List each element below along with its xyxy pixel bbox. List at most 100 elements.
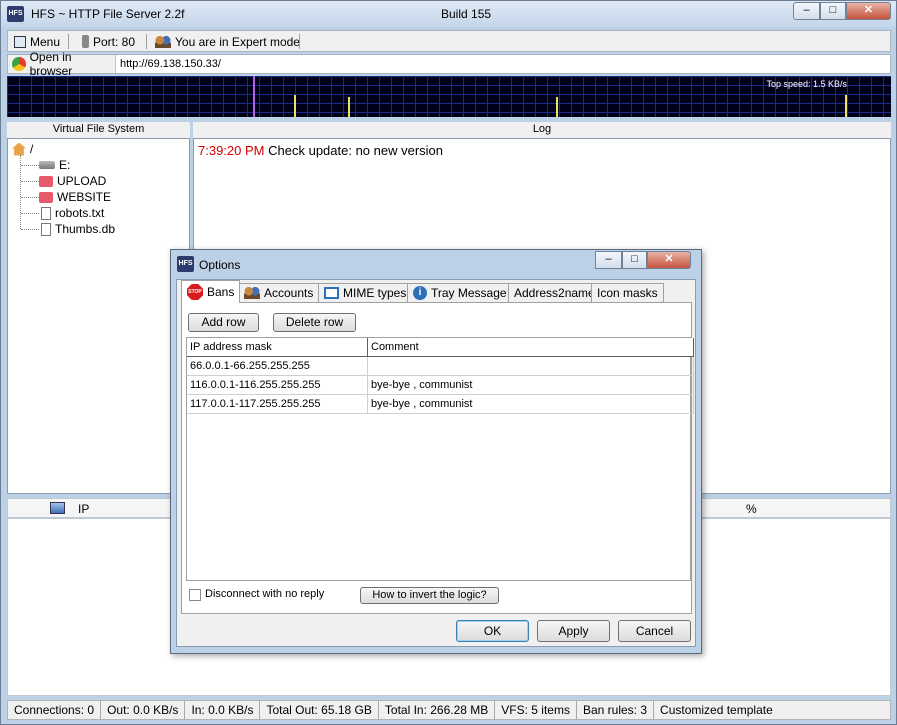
log-entry: 7:39:20 PM Check update: no new version bbox=[198, 143, 443, 158]
info-icon: i bbox=[413, 286, 427, 300]
tree-connector bbox=[21, 197, 39, 198]
maximize-button[interactable]: □ bbox=[820, 2, 846, 20]
dialog-minimize-button[interactable]: – bbox=[595, 251, 622, 269]
tree-item-label: UPLOAD bbox=[57, 174, 107, 188]
tree-root[interactable]: / bbox=[12, 141, 33, 157]
browser-icon bbox=[12, 57, 26, 71]
status-in-speed: In: 0.0 KB/s bbox=[185, 701, 261, 719]
hfs-app-icon: HFS bbox=[177, 256, 194, 272]
users-icon bbox=[155, 35, 171, 48]
tab-tray-message[interactable]: i Tray Message bbox=[407, 283, 513, 302]
status-ban-rules: Ban rules: 3 bbox=[577, 701, 655, 719]
dialog-close-button[interactable]: ✕ bbox=[647, 251, 691, 269]
build-label: Build 155 bbox=[441, 7, 492, 21]
add-row-button[interactable]: Add row bbox=[188, 313, 259, 332]
file-icon bbox=[41, 206, 51, 220]
tab-address2name[interactable]: Address2name bbox=[508, 283, 601, 302]
log-timestamp: 7:39:20 PM bbox=[198, 143, 265, 158]
tree-item-upload[interactable]: UPLOAD bbox=[39, 173, 106, 189]
mode-button[interactable]: You are in Expert mode bbox=[151, 33, 304, 50]
menu-icon bbox=[14, 35, 26, 48]
tab-label: Address2name bbox=[514, 286, 595, 300]
hfs-app-icon: HFS bbox=[7, 6, 24, 22]
status-vfs-items: VFS: 5 items bbox=[495, 701, 577, 719]
status-bar: Connections: 0 Out: 0.0 KB/s In: 0.0 KB/… bbox=[7, 700, 891, 720]
apply-button[interactable]: Apply bbox=[537, 620, 610, 642]
tab-bans[interactable]: STOP Bans bbox=[181, 280, 241, 303]
table-cell-ip[interactable]: 117.0.0.1-117.255.255.255 bbox=[187, 395, 368, 414]
toolbar: Menu Port: 80 You are in Expert mode bbox=[7, 30, 891, 52]
tree-item-label: Thumbs.db bbox=[55, 222, 116, 236]
tree-item-robots-txt[interactable]: robots.txt bbox=[41, 205, 104, 221]
tree-root-label: / bbox=[30, 142, 34, 156]
vfs-header: Virtual File System bbox=[7, 122, 190, 138]
mode-label: You are in Expert mode bbox=[175, 34, 300, 49]
folder-icon bbox=[39, 175, 53, 187]
invert-logic-button[interactable]: How to invert the logic? bbox=[360, 587, 499, 604]
tree-item-label: robots.txt bbox=[55, 206, 105, 220]
graph-spike bbox=[253, 76, 255, 117]
toolbar-separator bbox=[146, 34, 147, 49]
disconnect-label[interactable]: Disconnect with no reply bbox=[205, 588, 324, 600]
table-cell-ip[interactable]: 66.0.0.1-66.255.255.255 bbox=[187, 357, 368, 376]
file-icon bbox=[41, 222, 51, 236]
ok-button[interactable]: OK bbox=[456, 620, 529, 642]
ip-column-header[interactable]: IP bbox=[78, 502, 89, 516]
tree-item-drive-e[interactable]: E: bbox=[39, 157, 70, 173]
bans-tab-page: Add row Delete row IP address mask Comme… bbox=[181, 302, 694, 614]
open-in-browser-label: Open in browser bbox=[29, 50, 73, 78]
dialog-body: STOP Bans Accounts MIME types i Tray Mes… bbox=[176, 279, 696, 647]
table-cell-comment[interactable]: bye-bye , communist bbox=[368, 395, 694, 414]
disconnect-checkbox[interactable] bbox=[189, 589, 201, 601]
window-title: HFS ~ HTTP File Server 2.2f bbox=[31, 7, 185, 21]
status-template: Customized template bbox=[660, 703, 773, 717]
tab-label: Tray Message bbox=[431, 286, 507, 300]
cancel-button[interactable]: Cancel bbox=[618, 620, 691, 642]
status-total-in: Total In: 266.28 MB bbox=[379, 701, 496, 719]
table-cell-comment[interactable]: bye-bye , communist bbox=[368, 376, 694, 395]
menu-label: Menu bbox=[30, 34, 61, 49]
port-label: Port: 80 bbox=[93, 34, 136, 49]
ip-mask-column-header[interactable]: IP address mask bbox=[187, 338, 368, 357]
toolbar-separator bbox=[68, 34, 69, 49]
tree-item-label: E: bbox=[59, 158, 71, 172]
close-button[interactable]: ✕ bbox=[846, 2, 891, 20]
delete-row-button[interactable]: Delete row bbox=[273, 313, 356, 332]
tab-icon-masks[interactable]: Icon masks bbox=[591, 283, 664, 302]
title-bar[interactable]: HFS HFS ~ HTTP File Server 2.2f Build 15… bbox=[1, 1, 896, 27]
toolbar-separator bbox=[299, 34, 300, 49]
comment-column-header[interactable]: Comment bbox=[368, 338, 694, 357]
top-speed-label: Top speed: 1.5 KB/s bbox=[766, 79, 847, 89]
tab-label: MIME types bbox=[343, 286, 407, 300]
tree-item-website[interactable]: WEBSITE bbox=[39, 189, 111, 205]
log-header: Log bbox=[193, 122, 891, 138]
minimize-button[interactable]: – bbox=[793, 2, 820, 20]
dialog-maximize-button[interactable]: □ bbox=[622, 251, 647, 269]
tab-label: Icon masks bbox=[597, 286, 658, 300]
virtual-file-system-tree[interactable]: / E: UPLOAD WEBSITE robots.txt Thumbs.db bbox=[7, 138, 190, 494]
tree-connector bbox=[21, 181, 39, 182]
bans-table[interactable]: IP address mask Comment 66.0.0.1-66.255.… bbox=[186, 337, 694, 581]
users-icon bbox=[244, 287, 260, 299]
status-out-speed: Out: 0.0 KB/s bbox=[101, 701, 186, 719]
network-icon bbox=[50, 502, 65, 514]
port-button[interactable]: Port: 80 bbox=[78, 33, 139, 50]
log-message: Check update: no new version bbox=[268, 143, 444, 158]
server-url[interactable]: http://69.138.150.33/ bbox=[120, 58, 221, 70]
tab-mime-types[interactable]: MIME types bbox=[318, 283, 413, 302]
table-cell-ip[interactable]: 116.0.0.1-116.255.255.255 bbox=[187, 376, 368, 395]
status-connections: Connections: 0 bbox=[8, 701, 102, 719]
tree-connector bbox=[21, 165, 39, 166]
tree-item-thumbs-db[interactable]: Thumbs.db bbox=[41, 221, 115, 237]
tab-accounts[interactable]: Accounts bbox=[238, 283, 320, 302]
stop-icon: STOP bbox=[187, 284, 203, 300]
open-in-browser-button[interactable]: Open in browser bbox=[8, 50, 116, 78]
graph-spike bbox=[845, 95, 847, 117]
tree-connector bbox=[21, 229, 39, 230]
table-cell-comment[interactable] bbox=[368, 357, 694, 376]
percent-column-header[interactable]: % bbox=[746, 502, 757, 516]
tree-item-label: WEBSITE bbox=[57, 190, 112, 204]
menu-button[interactable]: Menu bbox=[10, 33, 64, 50]
speed-graph: Top speed: 1.5 KB/s bbox=[7, 76, 891, 117]
dialog-title: Options bbox=[199, 258, 241, 272]
